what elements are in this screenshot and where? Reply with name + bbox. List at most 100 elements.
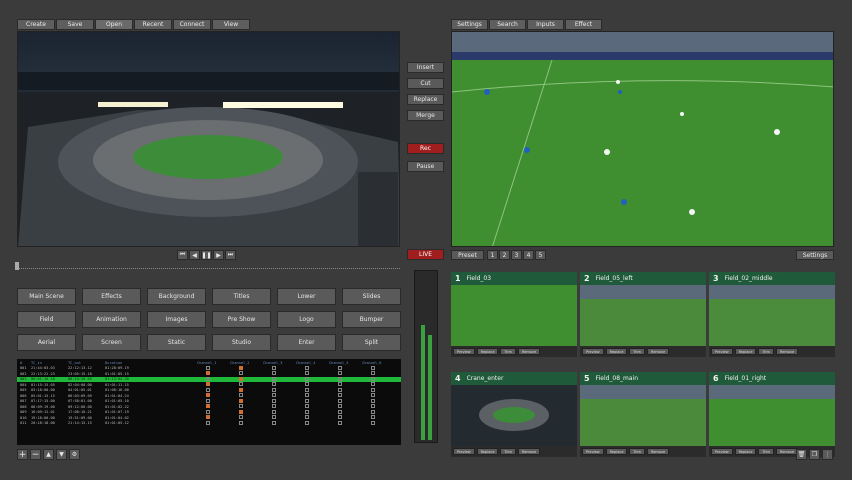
channel-checkbox[interactable] (371, 371, 375, 376)
table-row[interactable]: 007 07:17:15.00 07:58:01.00 01:01:05.10 (17, 398, 401, 405)
channel-checkbox[interactable] (305, 371, 309, 376)
scene-titles-button[interactable]: Titles (212, 288, 271, 305)
thumbnail-action-button[interactable]: Remove (646, 348, 670, 355)
search-tab[interactable]: Search (489, 19, 526, 30)
channel-checkbox[interactable] (239, 409, 243, 414)
table-row[interactable]: 008 08:09:19.00 09:12:00.00 01:01:02.22 (17, 404, 401, 410)
channel-checkbox[interactable] (239, 371, 243, 376)
channel-checkbox[interactable] (371, 409, 375, 414)
table-row[interactable]: 011 20:18:18.00 21:14:15.15 01:01:05.12 (17, 420, 401, 427)
channel-checkbox[interactable] (206, 387, 210, 392)
channel-checkbox[interactable] (371, 376, 375, 381)
thumbnail-action-button[interactable]: Trim (629, 448, 645, 455)
channel-checkbox[interactable] (239, 365, 243, 370)
table-row[interactable]: 010 19:18:00.00 19:51:09.00 01:01:04.02 (17, 415, 401, 421)
source-thumbnail[interactable]: 6 Field_01_right Preview Replace Trim Remove (709, 372, 835, 457)
scene-main-scene-button[interactable]: Main Scene (17, 288, 76, 305)
scene-screen-button[interactable]: Screen (82, 334, 141, 351)
channel-checkbox[interactable] (206, 415, 210, 420)
step-forward-button[interactable]: ▶ (213, 250, 224, 260)
channel-checkbox[interactable] (371, 387, 375, 392)
channel-checkbox[interactable] (206, 404, 210, 409)
recent-tab[interactable]: Recent (134, 19, 172, 30)
event-table[interactable]: # TC_in TC_out Duration Channel_1 Channel_2 Ch… (17, 359, 401, 445)
open-tab[interactable]: Open (95, 19, 133, 30)
thumbnail-action-button[interactable]: Remove (646, 448, 670, 455)
source-thumbnail[interactable]: 4 Crane_enter Preview Replace Trim Remove (451, 372, 577, 457)
move-down-icon[interactable]: ▼ (56, 449, 67, 460)
channel-checkbox[interactable] (272, 382, 276, 387)
cut-button[interactable]: Cut (407, 78, 444, 89)
scene-pre-show-button[interactable]: Pre Show (212, 311, 271, 328)
channel-checkbox[interactable] (371, 393, 375, 398)
channel-checkbox[interactable] (239, 415, 243, 420)
channel-checkbox[interactable] (272, 387, 276, 392)
thumbnail-action-button[interactable]: Replace (734, 348, 757, 355)
table-row[interactable]: 003 00:01:16.10 00:14:20.05 01:13:04.20 (17, 376, 401, 382)
table-row[interactable]: 004 01:15:15.05 02:04:00.00 01:01:11.15 (17, 382, 401, 388)
channel-checkbox[interactable] (338, 398, 342, 403)
copy-icon[interactable]: ❐ (809, 449, 820, 460)
channel-checkbox[interactable] (371, 398, 375, 403)
channel-checkbox[interactable] (206, 420, 210, 425)
channel-checkbox[interactable] (239, 404, 243, 409)
pause-play-button[interactable]: ❚❚ (201, 250, 212, 260)
preset-2-button[interactable]: 2 (499, 250, 510, 260)
thumbnail-action-button[interactable]: Preview (453, 448, 475, 455)
create-tab[interactable]: Create (17, 19, 55, 30)
channel-checkbox[interactable] (272, 365, 276, 370)
scene-effects-button[interactable]: Effects (82, 288, 141, 305)
thumbnail-action-button[interactable]: Remove (775, 348, 799, 355)
thumbnail-action-button[interactable]: Trim (500, 348, 516, 355)
scene-background-button[interactable]: Background (147, 288, 206, 305)
channel-checkbox[interactable] (206, 398, 210, 403)
timeline-scrubber[interactable] (17, 264, 400, 269)
thumbnail-action-button[interactable]: Preview (711, 448, 733, 455)
scene-images-button[interactable]: Images (147, 311, 206, 328)
thumbnail-action-button[interactable]: Trim (500, 448, 516, 455)
thumbnail-action-button[interactable]: Preview (582, 448, 604, 455)
channel-checkbox[interactable] (305, 404, 309, 409)
add-icon[interactable]: + (17, 449, 28, 460)
scene-static-button[interactable]: Static (147, 334, 206, 351)
channel-checkbox[interactable] (305, 382, 309, 387)
channel-checkbox[interactable] (371, 365, 375, 370)
scene-field-button[interactable]: Field (17, 311, 76, 328)
thumbnail-action-button[interactable]: Remove (775, 448, 799, 455)
channel-checkbox[interactable] (206, 382, 210, 387)
scene-slides-button[interactable]: Slides (342, 288, 401, 305)
thumbnail-action-button[interactable]: Trim (629, 348, 645, 355)
merge-button[interactable]: Merge (407, 110, 444, 121)
remove-icon[interactable]: − (30, 449, 41, 460)
scene-lower-button[interactable]: Lower (277, 288, 336, 305)
channel-checkbox[interactable] (272, 398, 276, 403)
channel-checkbox[interactable] (272, 393, 276, 398)
channel-checkbox[interactable] (305, 398, 309, 403)
rec-button[interactable]: Rec (407, 143, 444, 154)
channel-checkbox[interactable] (239, 387, 243, 392)
channel-checkbox[interactable] (206, 393, 210, 398)
preset-1-button[interactable]: 1 (487, 250, 498, 260)
channel-checkbox[interactable] (272, 404, 276, 409)
scene-bumper-button[interactable]: Bumper (342, 311, 401, 328)
thumbnail-action-button[interactable]: Preview (453, 348, 475, 355)
scene-aerial-button[interactable]: Aerial (17, 334, 76, 351)
view-tab[interactable]: View (212, 19, 250, 30)
insert-button[interactable]: Insert (407, 62, 444, 73)
channel-checkbox[interactable] (206, 376, 210, 381)
thumbnail-action-button[interactable]: Replace (476, 448, 499, 455)
scene-split-button[interactable]: Split (342, 334, 401, 351)
channel-checkbox[interactable] (206, 409, 210, 414)
channel-checkbox[interactable] (206, 365, 210, 370)
thumbnail-action-button[interactable]: Replace (605, 348, 628, 355)
program-video[interactable] (451, 31, 834, 247)
channel-checkbox[interactable] (305, 387, 309, 392)
trash-icon[interactable]: 🗑 (796, 449, 807, 460)
channel-checkbox[interactable] (305, 365, 309, 370)
scene-studio-button[interactable]: Studio (212, 334, 271, 351)
channel-checkbox[interactable] (239, 420, 243, 425)
channel-checkbox[interactable] (239, 382, 243, 387)
scene-enter-button[interactable]: Enter (277, 334, 336, 351)
channel-checkbox[interactable] (338, 393, 342, 398)
table-row[interactable]: 009 16:09:12.01 17:08:10.21 01:01:07.19 (17, 409, 401, 416)
